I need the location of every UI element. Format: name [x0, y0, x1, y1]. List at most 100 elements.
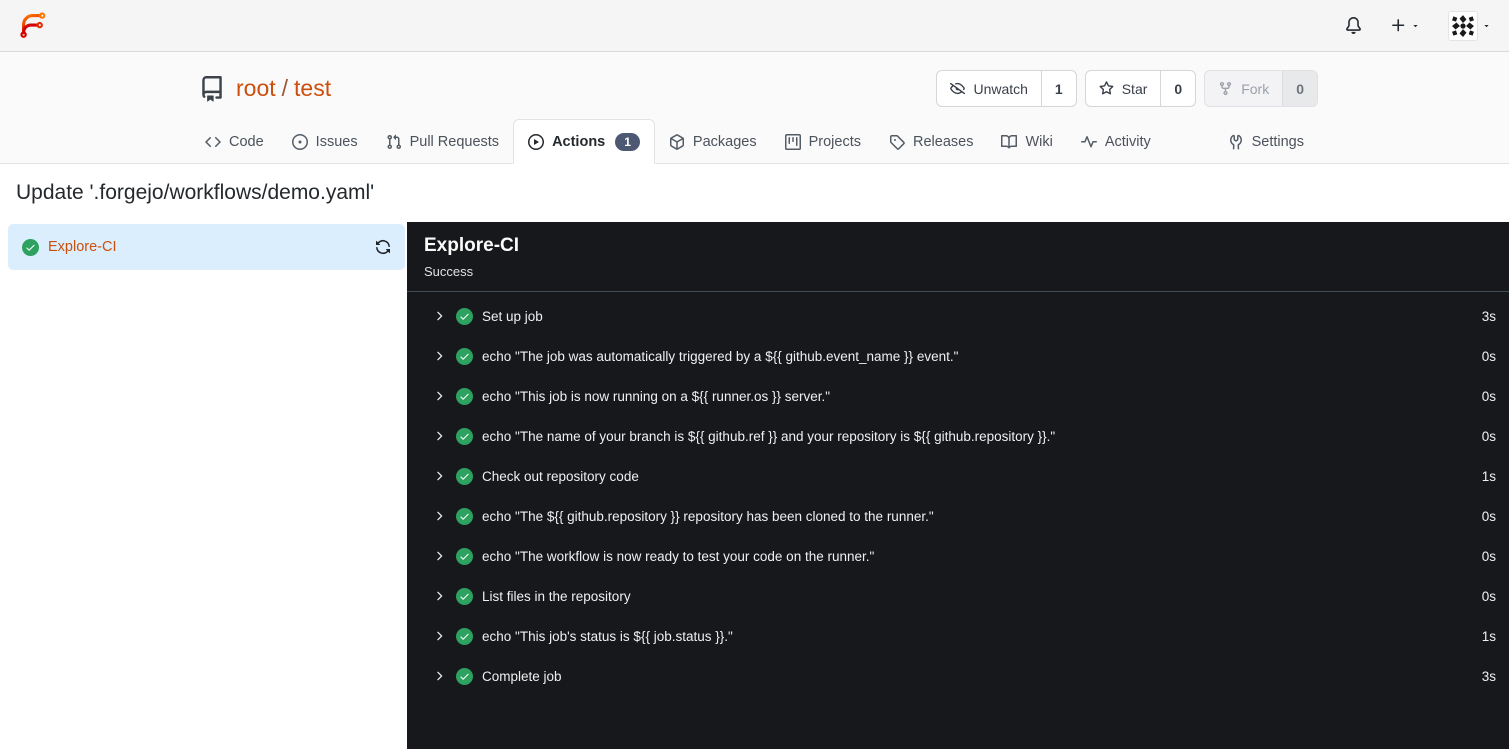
step-name: echo "The ${{ github.repository }} repos…: [482, 508, 934, 524]
fork-icon: [1218, 81, 1233, 96]
chevron-right-icon[interactable]: [432, 549, 446, 563]
triangle-down-icon: [1411, 21, 1420, 30]
check-circle-icon: [456, 587, 473, 605]
project-icon: [784, 133, 801, 150]
step-row[interactable]: echo "This job is now running on a ${{ r…: [407, 376, 1509, 416]
step-duration: 3s: [1481, 668, 1496, 684]
navbar-right: [1345, 10, 1491, 41]
plus-icon: [1390, 17, 1407, 34]
step-duration: 0s: [1481, 548, 1496, 564]
chevron-right-icon[interactable]: [432, 629, 446, 643]
actions-count-badge: 1: [615, 132, 640, 151]
tab-settings[interactable]: Settings: [1214, 119, 1318, 164]
step-row[interactable]: echo "The job was automatically triggere…: [407, 336, 1509, 376]
chevron-right-icon[interactable]: [432, 589, 446, 603]
play-circle-icon: [528, 133, 545, 150]
job-log-panel: Explore-CI Success Set up job 3s echo "T…: [407, 222, 1509, 749]
tag-icon: [889, 134, 905, 150]
check-circle-icon: [456, 347, 473, 365]
eye-closed-icon: [950, 81, 966, 96]
step-name: Complete job: [482, 668, 562, 684]
repo-action-unwatch: Unwatch 1: [936, 70, 1077, 107]
step-row[interactable]: Set up job 3s: [407, 296, 1509, 336]
user-avatar: [1448, 10, 1478, 41]
tab-releases[interactable]: Releases: [875, 119, 987, 164]
tab-code[interactable]: Code: [191, 119, 278, 164]
step-name: echo "This job's status is ${{ job.statu…: [482, 628, 733, 644]
check-circle-icon: [456, 387, 473, 405]
step-name: echo "The workflow is now ready to test …: [482, 548, 875, 564]
check-circle-icon: [22, 238, 39, 256]
tab-actions[interactable]: Actions 1: [513, 119, 655, 164]
create-new-button[interactable]: [1390, 17, 1420, 34]
repo-owner-link[interactable]: root: [236, 75, 276, 101]
forgejo-actions-page: root / test Unwatch 1 Star 0 Fork 0 Code…: [0, 0, 1509, 749]
forgejo-logo[interactable]: [18, 10, 49, 41]
workflow-run-view: Explore-CI Explore-CI Success Set up job…: [0, 222, 1509, 749]
breadcrumb-separator: /: [281, 75, 289, 101]
count-badge[interactable]: 1: [1040, 71, 1076, 106]
tools-icon: [1228, 134, 1244, 150]
page-title: Update '.forgejo/workflows/demo.yaml': [0, 164, 1509, 222]
repo-name-link[interactable]: test: [294, 75, 331, 101]
tab-pull-requests[interactable]: Pull Requests: [372, 119, 513, 164]
step-row[interactable]: Complete job 3s: [407, 656, 1509, 696]
job-status-text: Success: [424, 264, 474, 279]
step-duration: 0s: [1481, 348, 1496, 364]
chevron-right-icon[interactable]: [432, 429, 446, 443]
step-name: Check out repository code: [482, 468, 639, 484]
tab-wiki[interactable]: Wiki: [987, 119, 1066, 164]
code-icon: [205, 134, 221, 150]
repo-action-fork: Fork 0: [1204, 70, 1318, 107]
pull-request-icon: [386, 134, 402, 150]
chevron-right-icon[interactable]: [432, 469, 446, 483]
issue-icon: [291, 133, 308, 150]
tab-packages[interactable]: Packages: [655, 119, 771, 164]
step-name: List files in the repository: [482, 588, 631, 604]
sync-icon[interactable]: [375, 239, 391, 255]
step-row[interactable]: echo "This job's status is ${{ job.statu…: [407, 616, 1509, 656]
repo-book-icon: [199, 75, 225, 102]
step-duration: 3s: [1481, 308, 1496, 324]
notifications-button[interactable]: [1345, 17, 1362, 34]
step-row[interactable]: echo "The ${{ github.repository }} repos…: [407, 496, 1509, 536]
check-circle-icon: [456, 427, 473, 445]
chevron-right-icon[interactable]: [432, 349, 446, 363]
jobs-sidebar: Explore-CI: [0, 222, 407, 749]
check-circle-icon: [456, 547, 473, 565]
chevron-right-icon[interactable]: [432, 509, 446, 523]
book-icon: [1001, 134, 1018, 150]
chevron-right-icon[interactable]: [432, 669, 446, 683]
job-title: Explore-CI: [424, 235, 520, 256]
step-row[interactable]: echo "The name of your branch is ${{ git…: [407, 416, 1509, 456]
step-name: echo "The job was automatically triggere…: [482, 348, 959, 364]
count-badge[interactable]: 0: [1282, 71, 1317, 106]
step-duration: 0s: [1481, 588, 1496, 604]
check-circle-icon: [456, 467, 473, 485]
package-icon: [669, 133, 685, 150]
tab-issues[interactable]: Issues: [278, 119, 372, 164]
chevron-right-icon[interactable]: [432, 309, 446, 323]
step-list: Set up job 3s echo "The job was automati…: [407, 292, 1509, 749]
count-badge[interactable]: 0: [1160, 71, 1195, 106]
step-name: Set up job: [482, 308, 543, 324]
check-circle-icon: [456, 307, 473, 325]
pulse-icon: [1080, 134, 1097, 150]
step-duration: 1s: [1481, 468, 1496, 484]
check-circle-icon: [456, 507, 473, 525]
step-row[interactable]: Check out repository code 1s: [407, 456, 1509, 496]
bell-icon: [1345, 17, 1362, 34]
repo-tabs: Code Issues Pull Requests Actions 1 Pack…: [191, 119, 1318, 164]
check-circle-icon: [456, 667, 473, 685]
top-navbar: [0, 0, 1509, 52]
step-name: echo "This job is now running on a ${{ r…: [482, 388, 831, 404]
tab-projects[interactable]: Projects: [771, 119, 875, 164]
tab-activity[interactable]: Activity: [1067, 119, 1165, 164]
repo-action-buttons: Unwatch 1 Star 0 Fork 0: [936, 70, 1318, 107]
star-icon: [1099, 81, 1114, 96]
user-menu-button[interactable]: [1448, 10, 1491, 41]
chevron-right-icon[interactable]: [432, 389, 446, 403]
step-row[interactable]: echo "The workflow is now ready to test …: [407, 536, 1509, 576]
step-row[interactable]: List files in the repository 0s: [407, 576, 1509, 616]
job-item-explore-ci[interactable]: Explore-CI: [8, 224, 405, 270]
